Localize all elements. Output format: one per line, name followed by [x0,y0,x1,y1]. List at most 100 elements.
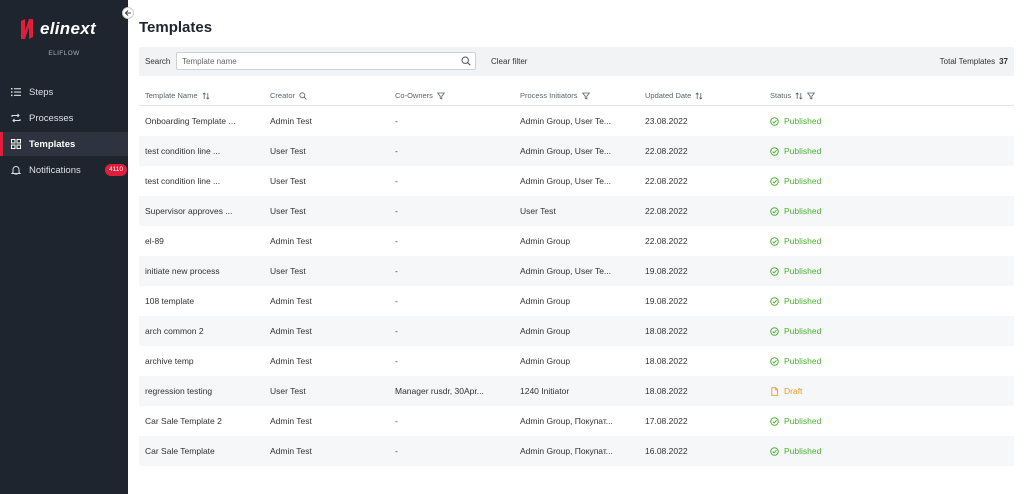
template-name-cell[interactable]: test condition line ... [145,146,260,156]
template-name-cell[interactable]: archive temp [145,356,260,366]
co-owners-cell: - [395,266,398,276]
process-initiators-cell: Admin Group, Покупат... [520,446,613,456]
table-row[interactable]: Supervisor approves ... User Test - User Te… [139,196,1014,226]
check-circle-icon [770,446,779,456]
sidebar-item-notifications[interactable]: Notifications 4110 [0,158,128,182]
collapse-sidebar-button[interactable] [122,7,134,19]
table-body: Onboarding Template ... Admin Test - Admin … [139,106,1014,466]
table-row[interactable]: Onboarding Template ... Admin Test - Admin … [139,106,1014,136]
filter-icon[interactable] [436,92,445,100]
list-icon [11,88,21,97]
sidebar-item-label: Steps [29,86,54,98]
search-icon[interactable] [461,56,471,66]
template-name-cell[interactable]: initiate new process [145,266,260,276]
co-owners-cell: - [395,206,398,216]
template-name-cell[interactable]: Onboarding Template ... [145,116,260,126]
template-name-cell[interactable]: el-89 [145,236,260,246]
document-icon [771,386,779,396]
co-owners-cell: - [395,356,398,366]
template-name-cell[interactable]: regression testing [145,386,260,396]
check-circle-icon [770,326,779,336]
search-label: Search [145,57,171,66]
template-name-cell[interactable]: 108 template [145,296,260,306]
template-name-cell[interactable]: test condition line ... [145,176,260,186]
status-badge: Published [770,206,900,216]
sort-icon[interactable] [695,91,703,100]
updated-date-cell: 18.08.2022 [645,386,688,396]
clear-filter-button[interactable]: Clear filter [491,57,527,66]
status-label: Published [784,296,822,306]
product-name: ELIFLOW [48,50,80,57]
logo-text: elinext [40,19,96,38]
search-input[interactable] [177,53,447,69]
status-badge: Published [770,146,900,156]
search-icon[interactable] [299,91,307,100]
column-header-updated-date[interactable]: Updated Date [645,91,755,100]
main-content: Templates Search Clear filter Total Temp… [128,0,1024,494]
column-header-status[interactable]: Status [770,91,900,100]
table-row[interactable]: archive temp Admin Test - Admin Group 18.08.… [139,346,1014,376]
sort-icon[interactable] [202,91,210,100]
check-circle-icon [770,146,779,156]
table-row[interactable]: Car Sale Template 2 Admin Test - Admin Grou… [139,406,1014,436]
updated-date-cell: 22.08.2022 [645,146,688,156]
check-circle-icon [770,296,779,306]
filter-icon[interactable] [581,92,590,100]
table-row[interactable]: test condition line ... User Test - Admin G… [139,136,1014,166]
search-field[interactable] [176,52,476,70]
table-row[interactable]: Car Sale Template Admin Test - Admin Group,… [139,436,1014,466]
template-name-cell[interactable]: Car Sale Template [145,446,260,456]
creator-cell: Admin Test [270,116,312,126]
filter-icon[interactable] [807,92,816,100]
creator-cell: Admin Test [270,236,312,246]
table-row[interactable]: test condition line ... User Test - Admin G… [139,166,1014,196]
column-header-process-initiators[interactable]: Process Initiators [520,91,630,100]
process-initiators-cell: User Test [520,206,556,216]
creator-cell: User Test [270,146,306,156]
column-header-template-name[interactable]: Template Name [145,91,260,100]
co-owners-cell: - [395,296,398,306]
updated-date-cell: 16.08.2022 [645,446,688,456]
table-row[interactable]: regression testing User Test Manager rusdr… [139,376,1014,406]
sort-icon[interactable] [795,91,803,100]
filter-toolbar: Search Clear filter Total Templates37 [139,47,1014,76]
status-badge: Published [770,446,900,456]
status-label: Draft [784,386,803,396]
sidebar-item-steps[interactable]: Steps [0,80,128,104]
status-label: Published [784,326,822,336]
table-row[interactable]: arch common 2 Admin Test - Admin Group 18.08… [139,316,1014,346]
table-header: Template Name Creator Co-Owners Process … [139,84,1014,106]
sidebar-item-templates[interactable]: Templates [0,132,128,156]
status-badge: Draft [770,386,900,396]
updated-date-cell: 22.08.2022 [645,176,688,186]
table-row[interactable]: 108 template Admin Test - Admin Group 19.08.… [139,286,1014,316]
table-row[interactable]: el-89 Admin Test - Admin Group 22.08.2022 Pub… [139,226,1014,256]
status-badge: Published [770,236,900,246]
co-owners-cell: - [395,416,398,426]
status-badge: Published [770,356,900,366]
template-name-cell[interactable]: Supervisor approves ... [145,206,260,216]
updated-date-cell: 22.08.2022 [645,206,688,216]
updated-date-cell: 22.08.2022 [645,236,688,246]
table-row[interactable]: initiate new process User Test - Admin Grou… [139,256,1014,286]
co-owners-cell: - [395,176,398,186]
check-circle-icon [770,266,779,276]
process-initiators-cell: Admin Group [520,296,571,306]
template-name-cell[interactable]: Car Sale Template 2 [145,416,260,426]
sidebar-item-label: Processes [29,112,74,124]
sidebar-nav: Steps Processes Templates Notifications … [0,80,128,184]
brand-logo[interactable]: elinext [20,17,110,41]
column-header-co-owners[interactable]: Co-Owners [395,91,505,100]
sidebar-item-processes[interactable]: Processes [0,106,128,130]
process-initiators-cell: Admin Group, User Te... [520,116,612,126]
bell-icon [11,166,21,175]
template-name-cell[interactable]: arch common 2 [145,326,260,336]
check-circle-icon [770,116,779,126]
process-initiators-cell: 1240 Initiator [520,386,570,396]
updated-date-cell: 17.08.2022 [645,416,688,426]
status-badge: Published [770,266,900,276]
status-badge: Published [770,296,900,306]
column-header-creator[interactable]: Creator [270,91,380,100]
co-owners-cell: - [395,236,398,246]
status-label: Published [784,206,822,216]
